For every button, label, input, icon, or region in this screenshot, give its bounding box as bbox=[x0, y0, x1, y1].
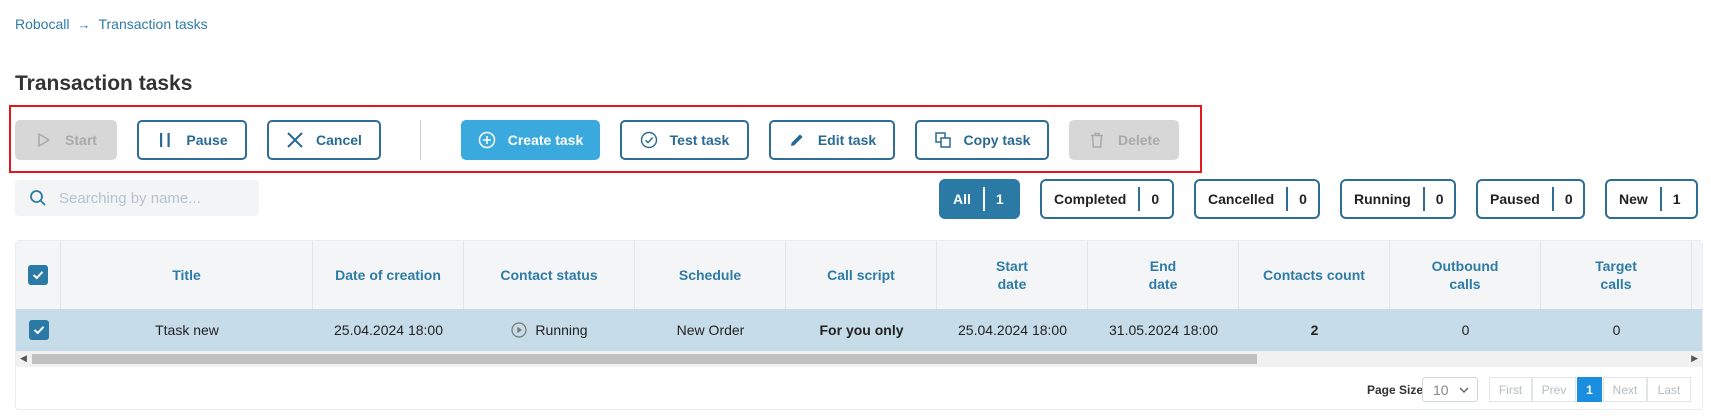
row-select-cell bbox=[16, 309, 61, 351]
arrow-right-icon: → bbox=[77, 16, 91, 32]
column-header-title[interactable]: Title bbox=[61, 241, 313, 309]
edit-task-button-label: Edit task bbox=[817, 132, 877, 148]
next-page-button[interactable]: Next bbox=[1603, 377, 1647, 402]
copy-task-button[interactable]: Copy task bbox=[915, 120, 1049, 160]
cell-target-calls: 0 bbox=[1612, 322, 1621, 338]
search-input[interactable] bbox=[57, 188, 247, 208]
checkmark-icon bbox=[32, 271, 44, 280]
scrollbar-thumb[interactable] bbox=[32, 354, 1257, 364]
breadcrumb-current: Transaction tasks bbox=[98, 16, 208, 32]
filter-cancelled[interactable]: Cancelled 0 bbox=[1194, 179, 1320, 219]
page-size-select[interactable]: 10 bbox=[1422, 377, 1478, 402]
filter-paused-label: Paused bbox=[1490, 191, 1540, 207]
table-header: Title Date of creation Contact status Sc… bbox=[16, 241, 1702, 309]
create-task-button-label: Create task bbox=[507, 132, 584, 148]
pencil-icon bbox=[790, 134, 803, 146]
pause-icon bbox=[160, 133, 171, 147]
page-title: Transaction tasks bbox=[15, 72, 193, 95]
row-checkbox[interactable] bbox=[28, 320, 49, 340]
cell-contact-status: Running bbox=[464, 309, 635, 351]
prev-page-button[interactable]: Prev bbox=[1532, 377, 1576, 402]
pause-button[interactable]: Pause bbox=[137, 120, 247, 160]
search-icon bbox=[30, 190, 46, 206]
edit-task-button[interactable]: Edit task bbox=[769, 120, 895, 160]
plus-circle-icon bbox=[478, 131, 495, 149]
cell-outbound-calls: 0 bbox=[1461, 322, 1470, 338]
filter-new[interactable]: New 1 bbox=[1605, 179, 1698, 219]
copy-task-button-label: Copy task bbox=[963, 132, 1031, 148]
filter-running-label: Running bbox=[1354, 191, 1411, 207]
column-header-call-script[interactable]: Call script bbox=[786, 241, 937, 309]
toolbar-divider bbox=[420, 120, 421, 160]
column-header-contacts-count[interactable]: Contacts count bbox=[1239, 241, 1390, 309]
cell-created: 25.04.2024 18:00 bbox=[334, 322, 443, 338]
filter-new-count: 1 bbox=[1659, 187, 1692, 211]
check-circle-icon bbox=[640, 131, 657, 149]
cell-status-text: Running bbox=[535, 322, 588, 338]
select-all-cell bbox=[16, 241, 61, 309]
create-task-button[interactable]: Create task bbox=[461, 120, 600, 160]
cancel-button[interactable]: Cancel bbox=[267, 120, 381, 160]
last-page-button[interactable]: Last bbox=[1647, 377, 1691, 402]
test-task-button[interactable]: Test task bbox=[620, 120, 749, 160]
column-header-created[interactable]: Date of creation bbox=[313, 241, 464, 309]
column-header-schedule[interactable]: Schedule bbox=[635, 241, 786, 309]
search-box bbox=[15, 180, 259, 216]
page-size-value: 10 bbox=[1433, 381, 1449, 398]
filter-all-count: 1 bbox=[982, 187, 1015, 211]
first-page-button[interactable]: First bbox=[1489, 377, 1532, 402]
filter-paused[interactable]: Paused 0 bbox=[1476, 179, 1585, 219]
filter-all-label: All bbox=[953, 191, 971, 207]
filter-completed-label: Completed bbox=[1054, 191, 1127, 207]
horizontal-scrollbar[interactable]: ◀ ▶ bbox=[16, 351, 1702, 367]
select-all-checkbox[interactable] bbox=[28, 265, 48, 285]
cell-start-date: 25.04.2024 18:00 bbox=[958, 322, 1067, 338]
cell-call-script: For you only bbox=[819, 322, 904, 338]
start-button[interactable]: Start bbox=[15, 120, 117, 160]
scroll-right-icon[interactable]: ▶ bbox=[1691, 353, 1698, 364]
filter-completed-count: 0 bbox=[1138, 187, 1170, 211]
cell-title: Ttask new bbox=[155, 322, 219, 338]
filter-cancelled-count: 0 bbox=[1286, 187, 1318, 211]
column-header-target-calls[interactable]: Target calls bbox=[1541, 241, 1692, 309]
scroll-left-icon[interactable]: ◀ bbox=[20, 353, 27, 364]
checkmark-icon bbox=[33, 326, 44, 335]
filter-running[interactable]: Running 0 bbox=[1340, 179, 1456, 219]
column-header-contact-status[interactable]: Contact status bbox=[464, 241, 635, 309]
page-size-label: Page Size bbox=[1367, 383, 1424, 397]
cell-contacts-count: 2 bbox=[1310, 322, 1319, 338]
start-button-label: Start bbox=[65, 132, 97, 148]
cell-schedule: New Order bbox=[676, 322, 745, 338]
delete-button-label: Delete bbox=[1117, 132, 1161, 148]
column-header-start-date[interactable]: Start date bbox=[937, 241, 1088, 309]
filter-completed[interactable]: Completed 0 bbox=[1040, 179, 1174, 219]
breadcrumb-root-link[interactable]: Robocall bbox=[15, 16, 69, 32]
trash-icon bbox=[1090, 132, 1103, 148]
breadcrumb: Robocall → Transaction tasks bbox=[15, 16, 208, 32]
cell-end-date: 31.05.2024 18:00 bbox=[1109, 322, 1218, 338]
play-icon bbox=[38, 133, 50, 147]
filter-paused-count: 0 bbox=[1551, 187, 1584, 211]
column-header-outbound-calls[interactable]: Outbound calls bbox=[1390, 241, 1541, 309]
filter-cancelled-label: Cancelled bbox=[1208, 191, 1275, 207]
delete-button[interactable]: Delete bbox=[1069, 120, 1179, 160]
copy-icon bbox=[934, 132, 951, 148]
column-header-end-date[interactable]: End date bbox=[1088, 241, 1239, 309]
filter-new-label: New bbox=[1619, 191, 1648, 207]
cancel-button-label: Cancel bbox=[316, 132, 362, 148]
close-icon bbox=[287, 132, 303, 148]
table-row[interactable]: Ttask new 25.04.2024 18:00 Running New O… bbox=[16, 309, 1702, 351]
pause-button-label: Pause bbox=[186, 132, 228, 148]
play-circle-icon bbox=[511, 322, 528, 338]
current-page-button[interactable]: 1 bbox=[1577, 377, 1602, 402]
filter-running-count: 0 bbox=[1422, 187, 1455, 211]
filter-all[interactable]: All 1 bbox=[939, 179, 1020, 219]
test-task-button-label: Test task bbox=[669, 132, 730, 148]
chevron-down-icon bbox=[1459, 386, 1469, 393]
